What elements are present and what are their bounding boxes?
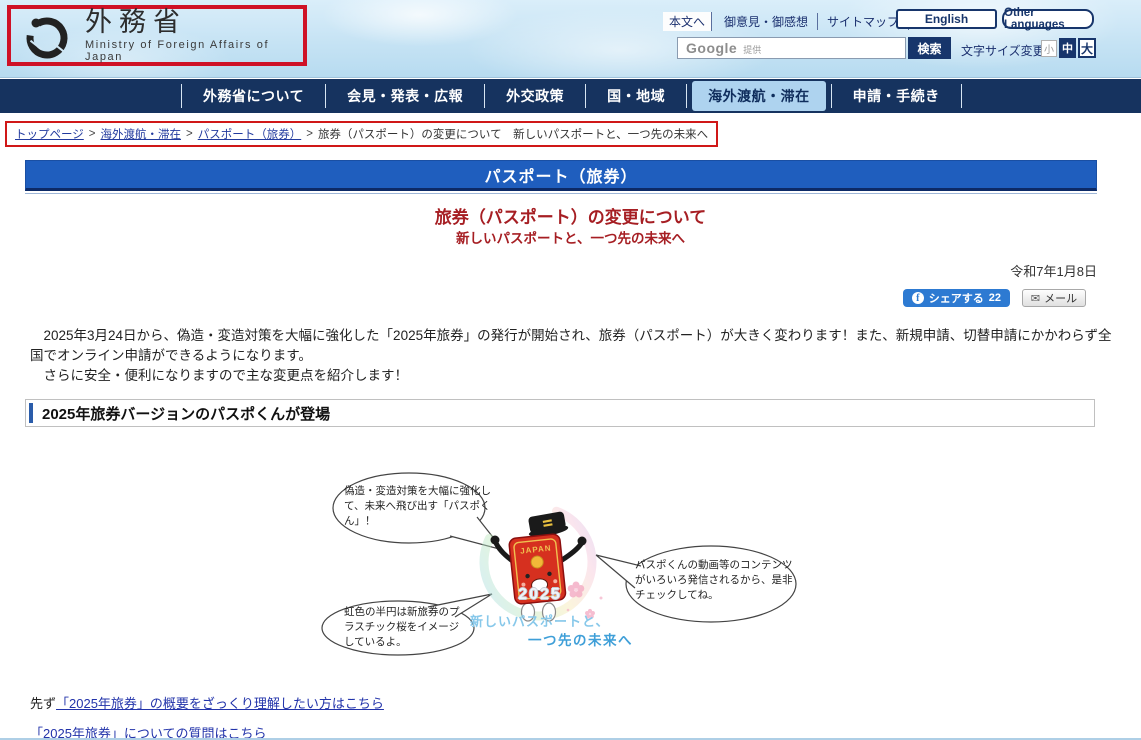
google-provided-label: 提供 <box>743 43 761 56</box>
nav-item-overseas-travel[interactable]: 海外渡航・滞在 <box>686 84 831 108</box>
search-button[interactable]: 検索 <box>908 37 951 59</box>
nav-item-applications[interactable]: 申請・手続き <box>831 84 962 108</box>
font-size-label: 文字サイズ変更 <box>961 42 1045 59</box>
footer-link1-prefix: 先ず <box>30 696 56 711</box>
mofa-logo-icon <box>23 12 71 60</box>
tagline-line1: 新しいパスポートと、 <box>470 611 609 630</box>
mail-share-button[interactable]: ✉ メール <box>1022 289 1086 307</box>
nav-item-about-mofa[interactable]: 外務省について <box>181 84 325 108</box>
year-2025-text: 2025 <box>498 586 582 604</box>
breadcrumb-overseas-travel[interactable]: 海外渡航・滞在 <box>101 126 182 142</box>
page-heading: 旅券（パスポート）の変更について <box>0 203 1141 228</box>
nav-item-press[interactable]: 会見・発表・広報 <box>325 84 484 108</box>
intro-paragraph-1: 2025年3月24日から、偽造・変造対策を大幅に強化した「2025年旅券」の発行… <box>30 326 1112 366</box>
site-header: 外務省 Ministry of Foreign Affairs of Japan… <box>0 0 1141 78</box>
facebook-share-label: シェアする <box>929 290 984 306</box>
font-size-small-button[interactable]: 小 <box>1041 40 1057 57</box>
section-heading-box: 2025年旅券バージョンのパスポくんが登場 <box>25 399 1095 427</box>
bubble-text-videos: パスポくんの動画等のコンテンツがいろいろ発信されるから、是非チェックしてね。 <box>635 558 795 603</box>
font-size-large-button[interactable]: 大 <box>1078 38 1096 58</box>
intro-text: 2025年3月24日から、偽造・変造対策を大幅に強化した「2025年旅券」の発行… <box>30 326 1112 386</box>
mofa-passport-page: 外務省 Ministry of Foreign Affairs of Japan… <box>0 0 1141 740</box>
google-logo: Google <box>686 40 737 56</box>
mail-share-label: メール <box>1044 290 1077 306</box>
mofa-logo-text: 外務省 Ministry of Foreign Affairs of Japan <box>85 8 303 63</box>
font-size-medium-button[interactable]: 中 <box>1059 38 1076 58</box>
nav-item-foreign-policy[interactable]: 外交政策 <box>484 84 585 108</box>
link-feedback[interactable]: 御意見・御感想 <box>715 13 818 30</box>
publication-date: 令和7年1月8日 <box>1010 261 1097 280</box>
mail-icon: ✉ <box>1031 292 1040 305</box>
facebook-share-count: 22 <box>989 292 1001 304</box>
logo-en-title: Ministry of Foreign Affairs of Japan <box>85 39 303 63</box>
global-nav: 外務省について 会見・発表・広報 外交政策 国・地域 海外渡航・滞在 申請・手続… <box>0 79 1141 113</box>
breadcrumb: トップページ > 海外渡航・滞在 > パスポート（旅券） > 旅券（パスポート）… <box>5 121 718 147</box>
link-to-main-text[interactable]: 本文へ <box>663 12 712 31</box>
page-title-banner: パスポート（旅券） <box>25 160 1097 191</box>
breadcrumb-separator: > <box>181 128 198 140</box>
facebook-share-button[interactable]: f シェアする 22 <box>903 289 1010 307</box>
page-subheading: 新しいパスポートと、一つ先の未来へ <box>0 227 1141 247</box>
section-title: 2025年旅券バージョンのパスポくんが登場 <box>42 403 330 424</box>
breadcrumb-current-page: 旅券（パスポート）の変更について 新しいパスポートと、一つ先の未来へ <box>318 126 708 142</box>
breadcrumb-top-page[interactable]: トップページ <box>15 126 84 142</box>
english-button[interactable]: English <box>896 9 997 29</box>
breadcrumb-passport[interactable]: パスポート（旅券） <box>198 126 302 142</box>
link-2025-passport-overview[interactable]: 「2025年旅券」の概要をざっくり理解したい方はこちら <box>56 696 384 711</box>
section-accent-bar <box>29 403 33 423</box>
breadcrumb-row: トップページ > 海外渡航・滞在 > パスポート（旅券） > 旅券（パスポート）… <box>0 113 1141 160</box>
logo-jp-title: 外務省 <box>85 8 303 36</box>
facebook-icon: f <box>912 292 924 304</box>
breadcrumb-separator: > <box>301 128 318 140</box>
bubble-text-rainbow: 虹色の半円は新旅券のプラスチック桜をイメージしているよ。 <box>344 605 466 650</box>
footer-link-row-1: 先ず「2025年旅券」の概要をざっくり理解したい方はこちら <box>30 693 384 712</box>
mofa-logo-highlight-box[interactable]: 外務省 Ministry of Foreign Affairs of Japan <box>7 5 307 66</box>
intro-paragraph-2: さらに安全・便利になりますので主な変更点を紹介します！ <box>30 366 1112 386</box>
tagline-line2: 一つ先の未来へ <box>528 629 633 649</box>
breadcrumb-separator: > <box>84 128 101 140</box>
nav-item-countries[interactable]: 国・地域 <box>585 84 686 108</box>
other-languages-button[interactable]: Other Languages <box>1002 9 1094 29</box>
search-input[interactable]: Google 提供 <box>677 37 906 59</box>
